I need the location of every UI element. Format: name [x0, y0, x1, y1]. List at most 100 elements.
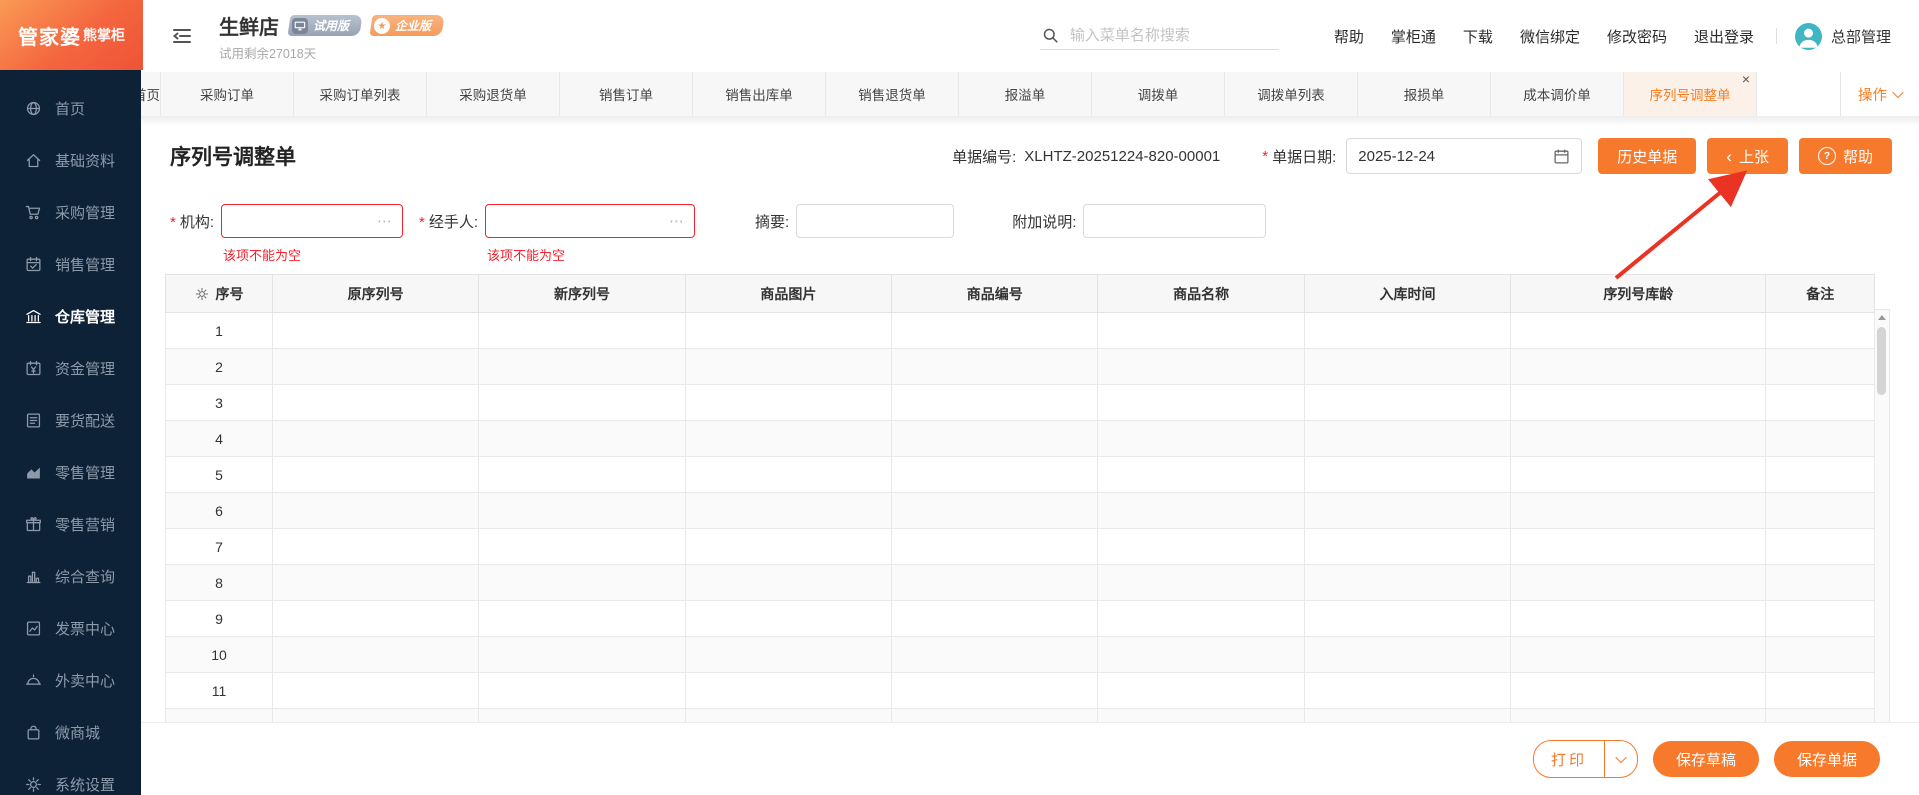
grid-cell[interactable] — [1097, 384, 1305, 421]
tab-item[interactable]: 销售出库单 — [693, 72, 826, 116]
grid-cell[interactable] — [684, 528, 893, 565]
grid-cell[interactable] — [1303, 312, 1512, 349]
grid-cell[interactable] — [1510, 672, 1767, 709]
history-button[interactable]: 历史单据 — [1598, 138, 1697, 174]
grid-cell[interactable] — [1303, 492, 1512, 529]
doc-date-input[interactable]: 2025-12-24 — [1346, 138, 1583, 174]
sidebar-item-gift[interactable]: 零售营销 — [0, 498, 141, 550]
grid-cell[interactable] — [1097, 672, 1305, 709]
grid-cell[interactable] — [684, 348, 893, 385]
grid-cell[interactable] — [1303, 672, 1512, 709]
tab-item[interactable]: 采购订单 — [161, 72, 294, 116]
sidebar-item-gear[interactable]: 系统设置 — [0, 758, 141, 795]
column-settings-gear-icon[interactable] — [195, 287, 209, 301]
grid-cell[interactable] — [1510, 420, 1767, 457]
grid-cell[interactable] — [891, 600, 1099, 637]
grid-cell[interactable] — [478, 312, 686, 349]
save-draft-button[interactable]: 保存草稿 — [1652, 741, 1759, 777]
grid-cell[interactable] — [271, 672, 480, 709]
grid-cell[interactable] — [891, 492, 1099, 529]
header-link[interactable]: 掌柜通 — [1391, 26, 1436, 47]
save-doc-button[interactable]: 保存单据 — [1773, 741, 1880, 777]
grid-cell[interactable] — [271, 384, 480, 421]
grid-cell[interactable] — [1510, 492, 1767, 529]
close-icon[interactable]: × — [1742, 72, 1750, 86]
previous-doc-button[interactable]: ‹ 上张 — [1707, 138, 1788, 174]
grid-cell[interactable] — [478, 600, 686, 637]
print-button[interactable]: 打印 — [1534, 741, 1604, 777]
sidebar-item-list[interactable]: 要货配送 — [0, 394, 141, 446]
grid-cell[interactable] — [478, 420, 686, 457]
grid-cell[interactable] — [1097, 348, 1305, 385]
grid-cell[interactable] — [271, 564, 480, 601]
sidebar-item-area-chart[interactable]: 零售管理 — [0, 446, 141, 498]
grid-cell[interactable] — [684, 456, 893, 493]
print-split-button[interactable]: 打印 — [1532, 740, 1638, 778]
grid-cell[interactable] — [1303, 600, 1512, 637]
grid-cell[interactable] — [1510, 384, 1767, 421]
grid-cell[interactable] — [1097, 528, 1305, 565]
grid-cell[interactable] — [1303, 564, 1512, 601]
grid-cell[interactable] — [1510, 636, 1767, 673]
grid-cell[interactable] — [684, 600, 893, 637]
sidebar-item-globe[interactable]: 首页 — [0, 82, 141, 134]
sidebar-item-bag[interactable]: 微商城 — [0, 706, 141, 758]
grid-cell[interactable] — [684, 492, 893, 529]
grid-cell[interactable] — [478, 348, 686, 385]
tab-item[interactable]: 首页 — [141, 72, 161, 116]
actions-dropdown[interactable]: 操作 — [1840, 72, 1919, 116]
grid-cell[interactable] — [1097, 456, 1305, 493]
search-input[interactable] — [1067, 26, 1277, 45]
grid-cell[interactable] — [1510, 456, 1767, 493]
grid-cell[interactable] — [271, 348, 480, 385]
grid-cell[interactable] — [1097, 492, 1305, 529]
vertical-scrollbar[interactable] — [1875, 309, 1890, 752]
user-menu[interactable]: 总部管理 — [1794, 22, 1891, 50]
tab-item[interactable]: 销售退货单 — [826, 72, 959, 116]
header-link[interactable]: 退出登录 — [1694, 26, 1754, 47]
grid-cell[interactable] — [271, 456, 480, 493]
picker-ellipsis-icon[interactable]: ⋯ — [663, 212, 685, 230]
grid-cell[interactable] — [271, 420, 480, 457]
org-input[interactable]: ⋯ — [221, 204, 404, 238]
tab-item[interactable]: 销售订单 — [560, 72, 693, 116]
grid-cell[interactable] — [891, 672, 1099, 709]
sidebar-item-invoice[interactable]: 发票中心 — [0, 602, 141, 654]
grid-cell[interactable] — [684, 672, 893, 709]
tab-item[interactable]: 采购订单列表 — [294, 72, 427, 116]
grid-cell[interactable] — [891, 420, 1099, 457]
grid-cell[interactable] — [1097, 420, 1305, 457]
grid-cell[interactable] — [1303, 420, 1512, 457]
help-button[interactable]: ? 帮助 — [1798, 138, 1892, 174]
grid-cell[interactable] — [684, 564, 893, 601]
grid-cell[interactable] — [1510, 600, 1767, 637]
picker-ellipsis-icon[interactable]: ⋯ — [371, 212, 393, 230]
grid-cell[interactable] — [891, 564, 1099, 601]
tab-item[interactable]: 报损单 — [1358, 72, 1491, 116]
grid-cell[interactable] — [1097, 636, 1305, 673]
grid-cell[interactable] — [1765, 528, 1875, 565]
sidebar-item-money-calendar[interactable]: 资金管理 — [0, 342, 141, 394]
grid-cell[interactable] — [478, 672, 686, 709]
sidebar-item-home[interactable]: 基础资料 — [0, 134, 141, 186]
grid-cell[interactable] — [271, 492, 480, 529]
grid-cell[interactable] — [1303, 384, 1512, 421]
grid-cell[interactable] — [478, 456, 686, 493]
scroll-track[interactable] — [1875, 325, 1889, 736]
agent-input[interactable]: ⋯ — [485, 204, 696, 238]
grid-cell[interactable] — [271, 312, 480, 349]
grid-cell[interactable] — [1097, 312, 1305, 349]
summary-input[interactable] — [796, 204, 955, 238]
grid-cell[interactable] — [478, 384, 686, 421]
grid-cell[interactable] — [478, 636, 686, 673]
grid-cell[interactable] — [684, 312, 893, 349]
grid-cell[interactable] — [1303, 528, 1512, 565]
grid-cell[interactable] — [1765, 636, 1875, 673]
note-input[interactable] — [1083, 204, 1267, 238]
grid-cell[interactable] — [1097, 564, 1305, 601]
grid-cell[interactable] — [1097, 600, 1305, 637]
sidebar-collapse-icon[interactable] — [169, 23, 195, 49]
grid-cell[interactable] — [271, 528, 480, 565]
header-link[interactable]: 修改密码 — [1607, 26, 1667, 47]
sidebar-item-bell[interactable]: 外卖中心 — [0, 654, 141, 706]
